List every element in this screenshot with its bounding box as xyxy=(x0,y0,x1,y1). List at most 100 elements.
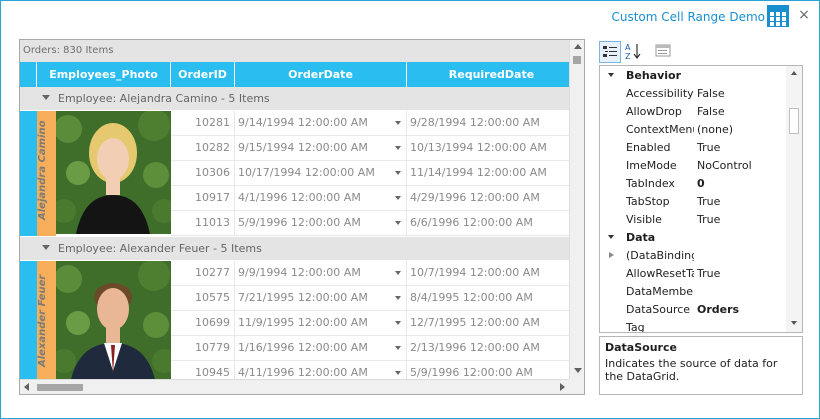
orderdate-cell[interactable]: 9/14/1994 12:00:00 AM xyxy=(235,111,407,135)
orderdate-cell[interactable]: 4/1/1996 12:00:00 AM xyxy=(235,186,407,210)
scroll-right-icon[interactable] xyxy=(560,383,565,391)
property-value[interactable]: True xyxy=(697,193,720,211)
group-row-selector[interactable] xyxy=(20,87,37,110)
orderid-cell[interactable]: 10699 xyxy=(171,311,235,335)
table-row[interactable]: 10306 10/17/1994 12:00:00 AM 11/14/1994 12… xyxy=(171,161,577,186)
orders-datagrid[interactable]: Orders: 830 Items Employees_Photo OrderI… xyxy=(19,39,585,395)
column-header-orderdate[interactable]: OrderDate xyxy=(235,62,407,87)
chevron-down-icon[interactable] xyxy=(395,146,401,150)
property-row[interactable]: AccessibilityEnabledFalse xyxy=(600,85,786,103)
collapse-triangle-icon[interactable] xyxy=(42,245,50,250)
property-row[interactable]: Tag xyxy=(600,319,786,332)
property-value[interactable]: NoControl xyxy=(697,157,752,175)
group-header-row[interactable]: Employee: Alejandra Camino - 5 Items xyxy=(37,87,569,110)
property-value[interactable]: False xyxy=(697,103,725,121)
chevron-down-icon[interactable] xyxy=(395,171,401,175)
grid-vertical-scrollbar[interactable] xyxy=(569,40,584,379)
row-selector[interactable] xyxy=(20,261,37,386)
chevron-down-icon[interactable] xyxy=(395,346,401,350)
property-value[interactable]: True xyxy=(697,211,720,229)
group-row-selector[interactable] xyxy=(20,237,37,260)
orderdate-cell[interactable]: 7/21/1995 12:00:00 AM xyxy=(235,286,407,310)
collapse-triangle-icon[interactable] xyxy=(608,73,614,77)
orderdate-cell[interactable]: 10/17/1994 12:00:00 AM xyxy=(235,161,407,185)
scroll-up-icon[interactable] xyxy=(574,44,582,49)
table-row[interactable]: 10699 11/9/1995 12:00:00 AM 12/7/1995 12:0… xyxy=(171,311,577,336)
column-header-requireddate[interactable]: RequiredDate xyxy=(407,62,577,87)
property-row[interactable]: Enabled True xyxy=(600,139,786,157)
property-value[interactable]: 0 xyxy=(697,175,705,193)
scroll-thumb[interactable] xyxy=(789,108,799,134)
property-grid-scrollbar[interactable] xyxy=(786,66,802,332)
orderid-cell[interactable]: 10917 xyxy=(171,186,235,210)
table-row[interactable]: 10779 1/16/1996 12:00:00 AM 2/13/1996 12:0… xyxy=(171,336,577,361)
orderid-cell[interactable]: 10575 xyxy=(171,286,235,310)
orderid-cell[interactable]: 10277 xyxy=(171,261,235,285)
scroll-up-icon[interactable] xyxy=(791,71,797,75)
property-value[interactable]: True xyxy=(697,139,720,157)
table-row[interactable]: 10281 9/14/1994 12:00:00 AM 9/28/1994 12:0… xyxy=(171,111,577,136)
table-row[interactable]: 10282 9/15/1994 12:00:00 AM 10/13/1994 12:… xyxy=(171,136,577,161)
chevron-down-icon[interactable] xyxy=(395,221,401,225)
orderdate-cell[interactable]: 11/9/1995 12:00:00 AM xyxy=(235,311,407,335)
expand-triangle-icon[interactable] xyxy=(609,252,614,258)
property-grid[interactable]: BehaviorAccessibilityEnabledFalseAllowDr… xyxy=(599,65,803,333)
chevron-down-icon[interactable] xyxy=(395,196,401,200)
orderid-cell[interactable]: 10779 xyxy=(171,336,235,360)
requireddate-cell[interactable]: 8/4/1995 12:00:00 AM xyxy=(407,286,577,310)
property-value[interactable]: True xyxy=(697,265,720,283)
property-row[interactable]: TabIndex 0 xyxy=(600,175,786,193)
requireddate-cell[interactable]: 9/28/1994 12:00:00 AM xyxy=(407,111,577,135)
alphabetical-button[interactable]: A Z xyxy=(623,41,645,63)
orderdate-cell[interactable]: 9/9/1994 12:00:00 AM xyxy=(235,261,407,285)
requireddate-cell[interactable]: 4/29/1996 12:00:00 AM xyxy=(407,186,577,210)
collapse-triangle-icon[interactable] xyxy=(608,235,614,239)
scroll-left-icon[interactable] xyxy=(24,383,29,391)
orderid-cell[interactable]: 11013 xyxy=(171,211,235,235)
grid-horizontal-scrollbar[interactable] xyxy=(20,379,569,394)
requireddate-cell[interactable]: 11/14/1994 12:00:00 AM xyxy=(407,161,577,185)
categorized-button[interactable] xyxy=(599,41,621,63)
property-category[interactable]: Data xyxy=(600,229,786,247)
chevron-down-icon[interactable] xyxy=(395,271,401,275)
chevron-down-icon[interactable] xyxy=(395,121,401,125)
requireddate-cell[interactable]: 12/7/1995 12:00:00 AM xyxy=(407,311,577,335)
column-header-employees-photo[interactable]: Employees_Photo xyxy=(37,62,171,87)
column-header-orderid[interactable]: OrderID xyxy=(171,62,235,87)
orderdate-cell[interactable]: 5/9/1996 12:00:00 AM xyxy=(235,211,407,235)
property-row[interactable]: DataSource Orders xyxy=(600,301,786,319)
property-row[interactable]: DataMember xyxy=(600,283,786,301)
requireddate-cell[interactable]: 6/6/1996 12:00:00 AM xyxy=(407,211,577,235)
chevron-down-icon[interactable] xyxy=(395,321,401,325)
table-row[interactable]: 10277 9/9/1994 12:00:00 AM 10/7/1994 12:00… xyxy=(171,261,577,286)
table-row[interactable]: 11013 5/9/1996 12:00:00 AM 6/6/1996 12:00:… xyxy=(171,211,577,236)
chevron-down-icon[interactable] xyxy=(395,371,401,375)
property-row[interactable]: AllowResetTableTrue xyxy=(600,265,786,283)
orderid-cell[interactable]: 10281 xyxy=(171,111,235,135)
table-row[interactable]: 10575 7/21/1995 12:00:00 AM 8/4/1995 12:00… xyxy=(171,286,577,311)
scroll-thumb[interactable] xyxy=(573,56,581,64)
property-row[interactable]: ImeMode NoControl xyxy=(600,157,786,175)
table-row[interactable]: 10917 4/1/1996 12:00:00 AM 4/29/1996 12:00… xyxy=(171,186,577,211)
property-value[interactable]: (none) xyxy=(697,121,733,139)
header-row-selector[interactable] xyxy=(20,62,37,87)
requireddate-cell[interactable]: 2/13/1996 12:00:00 AM xyxy=(407,336,577,360)
orderid-cell[interactable]: 10282 xyxy=(171,136,235,160)
requireddate-cell[interactable]: 10/7/1994 12:00:00 AM xyxy=(407,261,577,285)
property-row[interactable]: ContextMenu (none) xyxy=(600,121,786,139)
close-button[interactable]: × xyxy=(797,7,811,23)
collapse-triangle-icon[interactable] xyxy=(42,95,50,100)
orderdate-cell[interactable]: 9/15/1994 12:00:00 AM xyxy=(235,136,407,160)
scroll-thumb[interactable] xyxy=(37,384,83,391)
property-row[interactable]: (DataBindings) xyxy=(600,247,786,265)
property-row[interactable]: AllowDrop False xyxy=(600,103,786,121)
orderdate-cell[interactable]: 1/16/1996 12:00:00 AM xyxy=(235,336,407,360)
chevron-down-icon[interactable] xyxy=(395,296,401,300)
property-value[interactable]: False xyxy=(697,85,725,103)
scroll-down-icon[interactable] xyxy=(574,368,582,373)
property-value[interactable]: Orders xyxy=(697,301,739,319)
group-header-row[interactable]: Employee: Alexander Feuer - 5 Items xyxy=(37,237,569,260)
requireddate-cell[interactable]: 10/13/1994 12:00:00 AM xyxy=(407,136,577,160)
scroll-down-icon[interactable] xyxy=(791,321,797,325)
property-pages-button[interactable] xyxy=(653,41,675,63)
